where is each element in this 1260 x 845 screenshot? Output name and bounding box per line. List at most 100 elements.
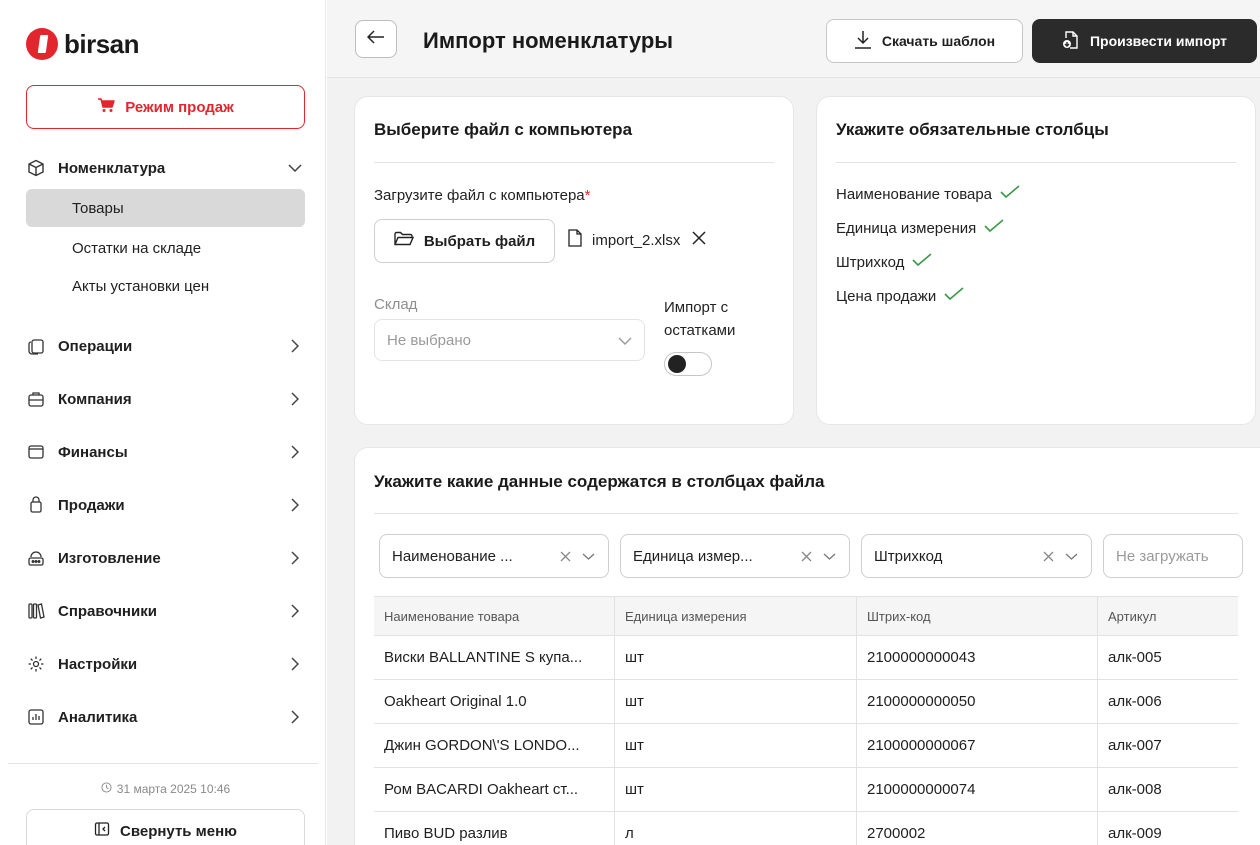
column-select-1[interactable]: Наименование ... [379,534,609,578]
nav-production[interactable]: Изготовление [26,540,305,576]
sidebar-item-products[interactable]: Товары [26,189,305,227]
column-select-4[interactable]: Не загружать [1103,534,1243,578]
warehouse-value: Не выбрано [387,331,471,349]
choose-file-button[interactable]: Выбрать файл [374,219,555,263]
upload-label: Загрузите файл с компьютера* [374,187,590,204]
chevron-right-icon [285,442,305,462]
nav-sales[interactable]: Продажи [26,487,305,523]
file-import-icon [1062,30,1080,53]
upload-label-text: Загрузите файл с компьютера [374,187,585,204]
company-icon [26,389,46,409]
collapse-menu-label: Свернуть меню [120,822,237,840]
table-cell: Джин GORDON\'S LONDO... [374,724,615,767]
chevron-right-icon [285,336,305,356]
download-template-label: Скачать шаблон [881,33,996,49]
chevron-down-icon [618,332,632,349]
table-cell: алк-009 [1108,825,1162,842]
required-item-label: Цена продажи [836,287,937,305]
books-icon [26,601,46,621]
sales-mode-label: Режим продаж [125,98,234,116]
download-template-button[interactable]: Скачать шаблон [826,19,1023,63]
table-header-row: Наименование товара Единица измерения Шт… [374,597,1238,636]
divider [374,162,774,163]
chevron-down-icon [580,553,596,560]
back-button[interactable] [355,20,397,58]
nav-directories[interactable]: Справочники [26,593,305,629]
table-cell: шт [615,636,857,679]
chevron-right-icon [285,548,305,568]
clear-icon[interactable] [799,551,813,562]
chevron-right-icon [285,389,305,409]
table-cell: алк-007 [1108,737,1162,754]
import-stock-label: Импорт с остатками [664,296,735,342]
column-header: Штрих-код [857,597,1098,635]
box-icon [26,158,46,178]
nav-nomenclature[interactable]: Номенклатура [26,150,305,186]
nav-label: Финансы [58,443,128,461]
import-stock-toggle[interactable] [664,352,712,376]
required-item: Единица измерения [836,219,1004,237]
sales-mode-button[interactable]: Режим продаж [26,85,305,129]
table-row: Виски BALLANTINE S купа... шт 2100000000… [374,636,1238,680]
table-row: Oakheart Original 1.0 шт 2100000000050 а… [374,680,1238,724]
required-item: Наименование товара [836,185,1020,203]
column-header: Наименование товара [374,597,615,635]
choose-file-label: Выбрать файл [423,232,536,250]
logo[interactable]: birsan [26,28,140,60]
logo-text: birsan [64,28,140,59]
file-card-title: Выберите файл с компьютера [374,120,633,139]
required-item-label: Единица измерения [836,219,977,237]
required-mark: * [584,187,591,204]
nav-label: Изготовление [58,549,161,567]
table-cell: Пиво BUD разлив [374,812,615,845]
column-select-3[interactable]: Штрихкод [861,534,1092,578]
run-import-label: Произвести импорт [1089,33,1228,49]
table-cell: шт [615,724,857,767]
nav-label: Компания [58,390,132,408]
table-cell: алк-006 [1108,693,1162,710]
column-select-value: Штрихкод [874,547,943,565]
nav-company[interactable]: Компания [26,381,305,417]
table-row: Джин GORDON\'S LONDO... шт 2100000000067… [374,724,1238,768]
nav-label: Справочники [58,602,157,620]
run-import-button[interactable]: Произвести импорт [1032,19,1257,63]
nav-finance[interactable]: Финансы [26,434,305,470]
nav-analytics[interactable]: Аналитика [26,699,305,735]
gear-icon [26,654,46,674]
chevron-down-icon [1063,553,1079,560]
check-icon [984,219,1004,237]
preview-table: Наименование товара Единица измерения Шт… [374,596,1238,845]
sidebar-item-stock[interactable]: Остатки на складе [26,229,305,267]
main-content: Импорт номенклатуры Скачать шаблон Произ… [327,0,1260,845]
sidebar-divider [8,763,318,764]
divider [836,162,1236,163]
page-title: Импорт номенклатуры [423,28,674,53]
column-select-2[interactable]: Единица измер... [620,534,850,578]
sidebar: birsan Режим продаж Номенклатура Товары … [0,0,326,845]
required-item: Цена продажи [836,287,964,305]
clear-icon[interactable] [558,551,572,562]
table-row: Ром BACARDI Oakheart ст... шт 2100000000… [374,768,1238,812]
datetime-text: 31 марта 2025 10:46 [116,782,231,796]
required-item-label: Наименование товара [836,185,993,203]
nav-operations[interactable]: Операции [26,328,305,364]
chevron-right-icon [285,495,305,515]
file-name: import_2.xlsx [592,231,681,249]
collapse-menu-button[interactable]: Свернуть меню [26,809,305,845]
page-header: Импорт номенклатуры Скачать шаблон Произ… [327,0,1260,78]
required-item: Штрихкод [836,253,932,271]
warehouse-select[interactable]: Не выбрано [374,319,645,361]
column-select-value: Единица измер... [633,547,753,565]
nav-settings[interactable]: Настройки [26,646,305,682]
clear-icon[interactable] [1041,551,1055,562]
column-header: Единица измерения [615,597,857,635]
table-cell: шт [615,768,857,811]
sidebar-item-price-acts[interactable]: Акты установки цен [26,267,305,305]
nav-label: Операции [58,337,133,355]
close-icon[interactable] [692,231,706,249]
check-icon [1000,185,1020,203]
table-cell: 2100000000067 [857,724,1098,767]
table-cell: Виски BALLANTINE S купа... [374,636,615,679]
chevron-right-icon [285,707,305,727]
check-icon [912,253,932,271]
